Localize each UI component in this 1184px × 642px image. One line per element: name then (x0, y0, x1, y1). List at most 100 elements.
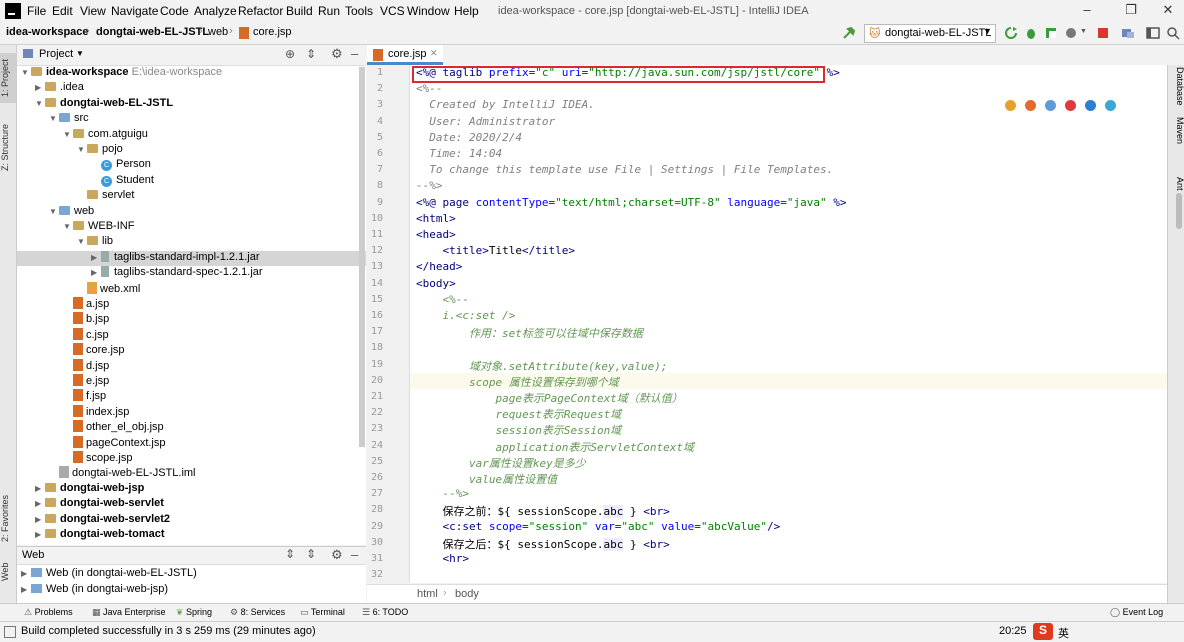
build-hammer-icon[interactable] (842, 26, 856, 40)
expand-arrow-icon[interactable]: ▶ (21, 569, 31, 578)
menu-build[interactable]: Build (286, 4, 313, 18)
more-chevron-icon[interactable]: ▼ (1080, 28, 1087, 35)
run-configuration-select[interactable]: 🐱 dongtai-web-EL-JSTL ▼ (864, 24, 996, 43)
line-number[interactable]: 23 (367, 423, 383, 434)
line-number[interactable]: 16 (367, 310, 383, 321)
code-line[interactable]: To change this template use File | Setti… (416, 163, 833, 176)
code-line[interactable]: <c:set scope="session" var="abc" value="… (416, 520, 781, 533)
close-icon[interactable]: ✕ (1154, 2, 1182, 20)
code-line[interactable]: Date: 2020/2/4 (416, 131, 522, 144)
menu-view[interactable]: View (80, 4, 106, 18)
sogou-ime-icon[interactable]: S (1033, 623, 1053, 640)
chevron-right-icon[interactable]: ▶ (35, 484, 45, 493)
chevron-down-icon[interactable]: ▼ (49, 114, 59, 123)
line-number[interactable]: 2 (367, 83, 383, 94)
code-editor[interactable]: <%@ taglib prefix="c" uri="http://java.s… (410, 65, 1167, 583)
chevron-down-icon[interactable]: ▼ (63, 130, 73, 139)
gear-icon[interactable]: ⚙ (331, 547, 343, 563)
line-number[interactable]: 12 (367, 245, 383, 256)
code-line[interactable]: Created by IntelliJ IDEA. (416, 98, 595, 111)
code-line[interactable]: 域对象.setAttribute(key,value); (416, 358, 668, 374)
line-number[interactable]: 9 (367, 197, 383, 208)
menu-help[interactable]: Help (454, 4, 479, 18)
editor-tab-core-jsp[interactable]: core.jsp ✕ (367, 45, 443, 65)
coverage-icon[interactable] (1044, 26, 1058, 40)
menu-window[interactable]: Window (407, 4, 450, 18)
tab-event-log[interactable]: ◯ Event Log (1110, 607, 1163, 618)
collapse-all-icon[interactable]: ⇕ (306, 547, 316, 561)
tab-favorites[interactable]: 2: Favorites (0, 490, 16, 546)
tab-problems[interactable]: ⚠ Problems (24, 607, 73, 618)
chevron-down-icon[interactable]: ▼ (35, 99, 45, 108)
tree-item-taglibs-standard-impl-1-2-1-jar[interactable]: ▶ taglibs-standard-impl-1.2.1.jar (17, 250, 366, 266)
line-number[interactable]: 5 (367, 132, 383, 143)
line-number[interactable]: 8 (367, 180, 383, 191)
code-line[interactable]: session表示Session域 (416, 422, 621, 438)
project-panel-title[interactable]: Project (39, 48, 73, 60)
line-number[interactable]: 3 (367, 99, 383, 110)
rerun-icon[interactable] (1004, 26, 1018, 40)
code-line[interactable]: value属性设置值 (416, 471, 557, 487)
editor-scrollbar[interactable] (1176, 193, 1182, 229)
code-line[interactable]: <%-- (416, 293, 469, 306)
line-number[interactable]: 22 (367, 407, 383, 418)
minimize-icon[interactable]: – (1073, 2, 1101, 20)
web-facet-item[interactable]: ▶ Web (in dongtai-web-jsp) (21, 583, 168, 598)
code-line[interactable]: <html> (416, 212, 456, 225)
web-facet-item[interactable]: ▶ Web (in dongtai-web-EL-JSTL) (21, 567, 197, 582)
tool-windows-icon[interactable] (4, 626, 16, 638)
chevron-right-icon[interactable]: ▶ (35, 83, 45, 92)
chevron-down-icon[interactable]: ▼ (77, 145, 87, 154)
hide-icon[interactable]: – (351, 547, 358, 562)
line-number[interactable]: 1 (367, 67, 383, 78)
line-number[interactable]: 6 (367, 148, 383, 159)
opera-icon[interactable] (1065, 100, 1076, 111)
chevron-down-icon[interactable]: ▼ (76, 49, 84, 58)
code-line[interactable]: User: Administrator (416, 115, 555, 128)
tab-java-enterprise[interactable]: ▦ Java Enterprise (92, 607, 166, 618)
menu-code[interactable]: Code (160, 4, 189, 18)
firefox-icon[interactable] (1025, 100, 1036, 111)
breadcrumb-body[interactable]: body (455, 588, 479, 600)
line-number[interactable]: 32 (367, 569, 383, 580)
line-number[interactable]: 24 (367, 440, 383, 451)
code-line[interactable]: 保存之后：${ sessionScope.abc } <br> (416, 536, 670, 552)
line-number[interactable]: 17 (367, 326, 383, 337)
status-message[interactable]: Build completed successfully in 3 s 259 … (21, 625, 316, 637)
code-line[interactable]: request表示Request域 (416, 406, 621, 422)
breadcrumb-html[interactable]: html (417, 588, 438, 600)
tab-terminal[interactable]: ▭ Terminal (300, 607, 345, 618)
breadcrumb-file[interactable]: core.jsp (253, 26, 292, 38)
gear-icon[interactable]: ⚙ (331, 46, 343, 62)
project-structure-icon[interactable] (1121, 26, 1135, 40)
code-line[interactable]: --%> (416, 179, 443, 192)
menu-analyze[interactable]: Analyze (194, 4, 237, 18)
line-number[interactable]: 14 (367, 278, 383, 289)
line-number[interactable]: 26 (367, 472, 383, 483)
code-line[interactable]: </head> (416, 260, 462, 273)
code-line[interactable]: <head> (416, 228, 456, 241)
code-line[interactable]: Time: 14:04 (416, 147, 502, 160)
menu-vcs[interactable]: VCS (380, 4, 405, 18)
code-line[interactable]: <body> (416, 277, 456, 290)
chevron-down-icon[interactable]: ▼ (77, 237, 87, 246)
code-line[interactable]: var属性设置key是多少 (416, 455, 586, 471)
chevron-down-icon[interactable]: ▼ (63, 222, 73, 231)
chevron-right-icon[interactable]: ▶ (91, 268, 101, 277)
line-number[interactable]: 13 (367, 261, 383, 272)
code-line[interactable]: <title>Title</title> (416, 244, 575, 257)
line-number[interactable]: 10 (367, 213, 383, 224)
tab-web[interactable]: Web (0, 557, 16, 587)
tab-services[interactable]: ⚙ 8: Services (230, 607, 285, 618)
line-number[interactable]: 11 (367, 229, 383, 240)
menu-file[interactable]: File (27, 4, 46, 18)
chrome-icon[interactable] (1005, 100, 1016, 111)
close-tab-icon[interactable]: ✕ (430, 48, 438, 59)
code-line[interactable]: scope 属性设置保存到哪个域 (416, 374, 619, 390)
line-number[interactable]: 4 (367, 116, 383, 127)
line-number[interactable]: 28 (367, 504, 383, 515)
chevron-right-icon[interactable]: ▶ (35, 530, 45, 539)
menu-tools[interactable]: Tools (345, 4, 373, 18)
tab-structure[interactable]: Z: Structure (0, 117, 16, 177)
line-number[interactable]: 25 (367, 456, 383, 467)
